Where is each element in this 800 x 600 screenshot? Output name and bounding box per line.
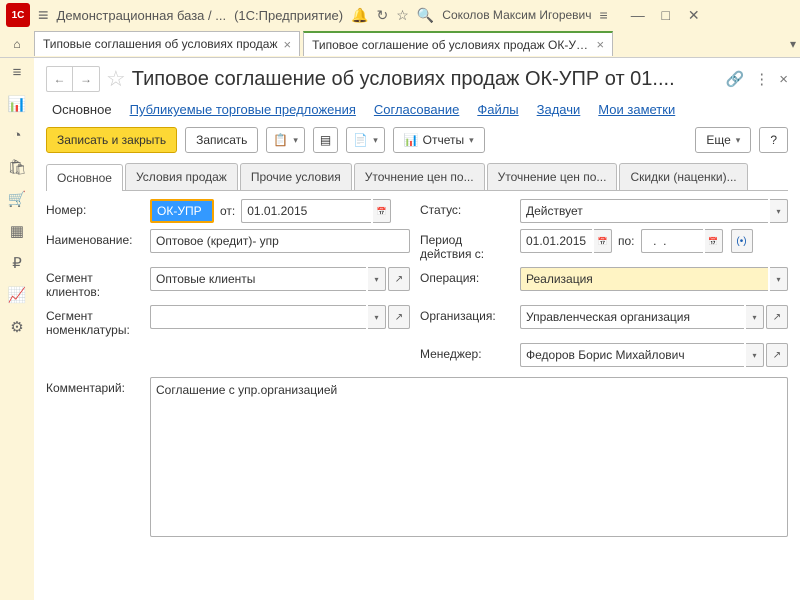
label-from: от: — [216, 204, 239, 218]
star-icon[interactable]: ☆ — [396, 7, 409, 24]
dropdown-icon[interactable]: ▾ — [746, 305, 764, 329]
open-icon[interactable]: ↗ — [388, 267, 410, 291]
period-from-input[interactable] — [520, 229, 592, 253]
tab-prices1[interactable]: Уточнение цен по... — [354, 163, 485, 190]
sync-icon[interactable]: (•) — [731, 229, 753, 253]
cart-icon[interactable]: 🛒 — [8, 190, 27, 208]
username[interactable]: Соколов Максим Игоревич — [442, 8, 591, 22]
help-button[interactable]: ? — [759, 127, 788, 153]
dropdown-icon[interactable]: ▾ — [770, 267, 788, 291]
label-operation: Операция: — [420, 267, 510, 285]
reports-button[interactable]: 📊Отчеты — [393, 127, 485, 153]
label-manager: Менеджер: — [420, 343, 510, 361]
save-close-button[interactable]: Записать и закрыть — [46, 127, 177, 153]
more-button[interactable]: Еще — [695, 127, 751, 153]
doc-tab-agreement[interactable]: Типовое соглашение об условиях продаж ОК… — [303, 31, 613, 56]
number-input[interactable] — [150, 199, 214, 223]
open-icon[interactable]: ↗ — [388, 305, 410, 329]
tab-label: Типовые соглашения об условиях продаж — [43, 37, 278, 51]
label-comment: Комментарий: — [46, 377, 140, 537]
label-to: по: — [614, 234, 639, 248]
open-icon[interactable]: ↗ — [766, 343, 788, 367]
link-icon[interactable]: 🔗 — [726, 70, 745, 88]
sidebar: ≡ 📊 ◔ 🛍 🛒 ▦ ₽ 📈 ⚙ — [0, 58, 34, 600]
label-name: Наименование: — [46, 229, 140, 247]
status-input[interactable] — [520, 199, 768, 223]
app-suffix: (1С:Предприятие) — [234, 8, 343, 23]
manager-input[interactable] — [520, 343, 744, 367]
org-input[interactable] — [520, 305, 744, 329]
label-org: Организация: — [420, 305, 510, 323]
label-number: Номер: — [46, 199, 140, 217]
tab-other[interactable]: Прочие условия — [240, 163, 352, 190]
name-input[interactable] — [150, 229, 410, 253]
calendar-icon[interactable]: 📅 — [594, 229, 612, 253]
close-icon[interactable]: × — [597, 37, 605, 52]
menu-icon[interactable]: ≡ — [38, 5, 49, 26]
dropdown-icon[interactable]: ▾ — [368, 267, 386, 291]
tab-main[interactable]: Основное — [46, 164, 123, 191]
favorite-icon[interactable]: ☆ — [106, 66, 126, 92]
maximize-button[interactable]: □ — [654, 5, 678, 25]
comment-input[interactable] — [150, 377, 788, 537]
tabs-dropdown-icon[interactable]: ▾ — [790, 37, 796, 51]
label-status: Статус: — [420, 199, 510, 217]
dropdown-icon[interactable]: ▾ — [746, 343, 764, 367]
dropdown-icon[interactable]: ▾ — [770, 199, 788, 223]
doc-button[interactable]: 📄 — [346, 127, 384, 153]
tab-label: Типовое соглашение об условиях продаж ОК… — [312, 38, 590, 52]
calendar-icon[interactable]: 📅 — [373, 199, 391, 223]
gear-icon[interactable]: ⚙ — [10, 318, 23, 336]
nav-pub[interactable]: Публикуемые торговые предложения — [130, 102, 356, 117]
menu-icon[interactable]: ≡ — [13, 64, 22, 81]
open-icon[interactable]: ↗ — [766, 305, 788, 329]
ruble-icon[interactable]: ₽ — [12, 254, 22, 272]
app-logo: 1C — [6, 3, 30, 27]
tab-prices2[interactable]: Уточнение цен по... — [487, 163, 618, 190]
tab-conditions[interactable]: Условия продаж — [125, 163, 238, 190]
label-seg-nom: Сегмент номенклатуры: — [46, 305, 140, 337]
save-button[interactable]: Записать — [185, 127, 258, 153]
settings-icon[interactable]: ≡ — [600, 7, 608, 23]
minimize-button[interactable]: — — [626, 5, 650, 25]
close-button[interactable]: ✕ — [682, 5, 706, 25]
nav-main[interactable]: Основное — [52, 102, 112, 117]
copy-button[interactable]: 📋 — [266, 127, 304, 153]
nav-notes[interactable]: Мои заметки — [598, 102, 675, 117]
stats-icon[interactable]: 📈 — [8, 286, 27, 304]
grid-icon[interactable]: ▦ — [10, 222, 24, 240]
operation-input[interactable] — [520, 267, 768, 291]
seg-nom-input[interactable] — [150, 305, 366, 329]
home-icon[interactable]: ⌂ — [4, 33, 30, 55]
period-to-input[interactable] — [641, 229, 703, 253]
close-icon[interactable]: × — [284, 37, 292, 52]
bag-icon[interactable]: 🛍 — [7, 158, 26, 176]
db-title: Демонстрационная база / ... — [57, 8, 227, 23]
date-input[interactable] — [241, 199, 371, 223]
list-button[interactable]: ▤ — [313, 127, 338, 153]
back-button[interactable]: ← — [47, 67, 73, 91]
label-period: Период действия с: — [420, 229, 510, 261]
page-title: Типовое соглашение об условиях продаж ОК… — [132, 68, 716, 91]
nav-files[interactable]: Файлы — [477, 102, 518, 117]
nav-tasks[interactable]: Задачи — [537, 102, 581, 117]
history-icon[interactable]: ↻ — [377, 7, 389, 24]
calendar-icon[interactable]: 📅 — [705, 229, 723, 253]
search-icon[interactable]: 🔍 — [417, 7, 434, 24]
tab-discounts[interactable]: Скидки (наценки)... — [619, 163, 747, 190]
close-panel-icon[interactable]: × — [779, 71, 788, 88]
seg-cli-input[interactable] — [150, 267, 366, 291]
pie-icon[interactable]: ◔ — [12, 127, 21, 144]
chart-icon[interactable]: 📊 — [8, 95, 27, 113]
options-icon[interactable]: ⋮ — [754, 70, 769, 88]
bell-icon[interactable]: 🔔 — [351, 7, 368, 24]
doc-tab-list[interactable]: Типовые соглашения об условиях продаж × — [34, 31, 300, 56]
dropdown-icon[interactable]: ▾ — [368, 305, 386, 329]
label-seg-cli: Сегмент клиентов: — [46, 267, 140, 299]
forward-button[interactable]: → — [73, 67, 99, 91]
nav-approve[interactable]: Согласование — [374, 102, 459, 117]
